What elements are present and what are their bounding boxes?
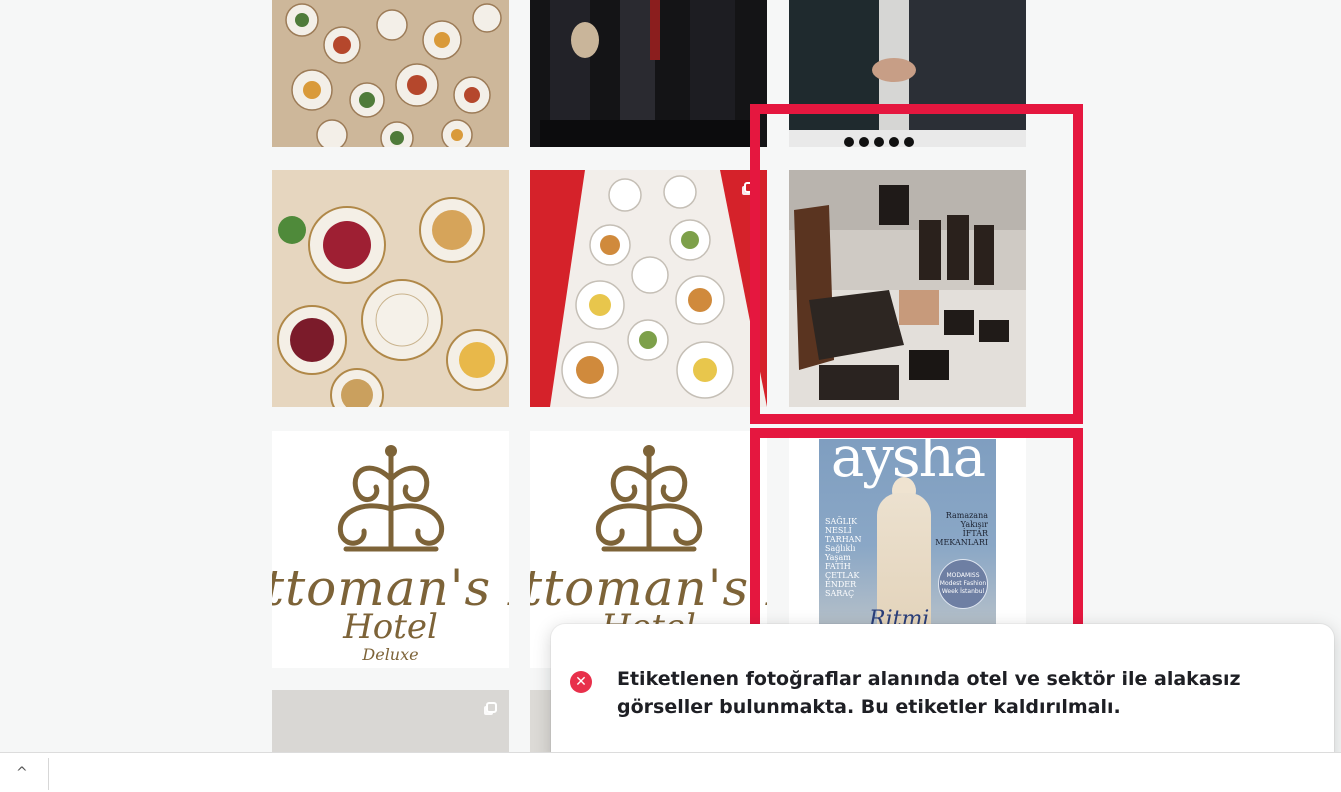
chevron-up-icon[interactable]: ^ (16, 765, 28, 781)
grid-photo-hotel-logo-1[interactable]: ttoman's Li Hotel Deluxe (272, 431, 509, 668)
ornament-emblem-icon (595, 445, 702, 552)
ornament-emblem-icon (337, 445, 444, 552)
close-circle-icon: ✕ (570, 671, 592, 693)
grid-photo-iftar-table[interactable] (272, 170, 509, 407)
grid-photo-row4-left[interactable] (272, 690, 509, 752)
grid-photo-food-spread[interactable] (272, 0, 509, 147)
bottom-bar: ^ (0, 752, 1341, 792)
multiple-photos-icon (486, 702, 497, 713)
highlight-box-magazine (750, 428, 1083, 648)
highlight-box-amenities (750, 104, 1083, 424)
divider (48, 758, 49, 790)
logo-hotel-text: Hotel (343, 607, 438, 647)
error-toast: ✕ Etiketlenen fotoğraflar alanında otel … (551, 624, 1334, 768)
logo-deluxe-text: Deluxe (362, 645, 419, 664)
toast-message: Etiketlenen fotoğraflar alanında otel ve… (617, 668, 1241, 718)
award-ceremony-image (530, 0, 767, 147)
food-spread-image (272, 0, 509, 147)
iftar-table-image (272, 170, 509, 407)
grid-photo-award-ceremony[interactable] (530, 0, 767, 147)
long-table-food-image (530, 170, 767, 407)
grid-photo-long-table[interactable] (530, 170, 767, 407)
